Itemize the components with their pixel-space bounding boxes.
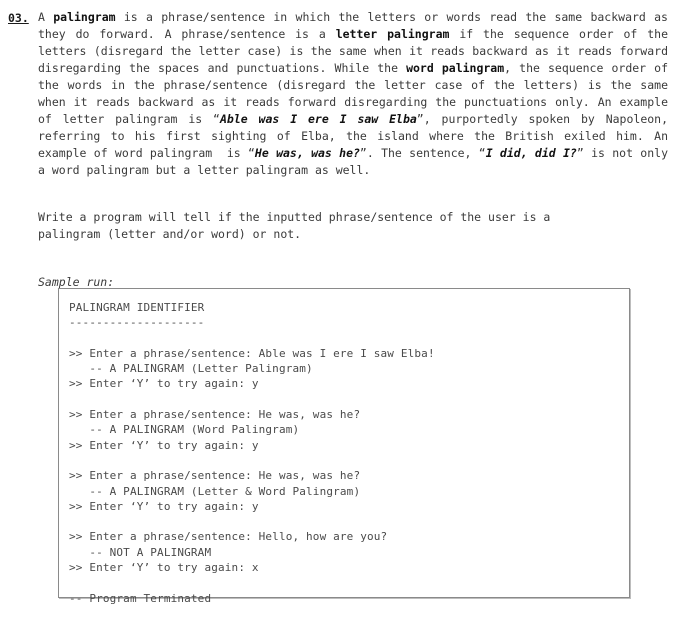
sample-run-label: Sample run:: [38, 275, 115, 289]
sample-run-console-box: PALINGRAM IDENTIFIER -------------------…: [58, 288, 630, 605]
console-transcript: PALINGRAM IDENTIFIER -------------------…: [69, 301, 435, 605]
problem-description-paragraph: A palingram is a phrase/sentence in whic…: [38, 10, 669, 177]
problem-task-paragraph: Write a program will tell if the inputte…: [38, 210, 551, 241]
problem-body-column: A palingram is a phrase/sentence in whic…: [38, 9, 669, 289]
problem-number: 03.: [8, 11, 29, 25]
